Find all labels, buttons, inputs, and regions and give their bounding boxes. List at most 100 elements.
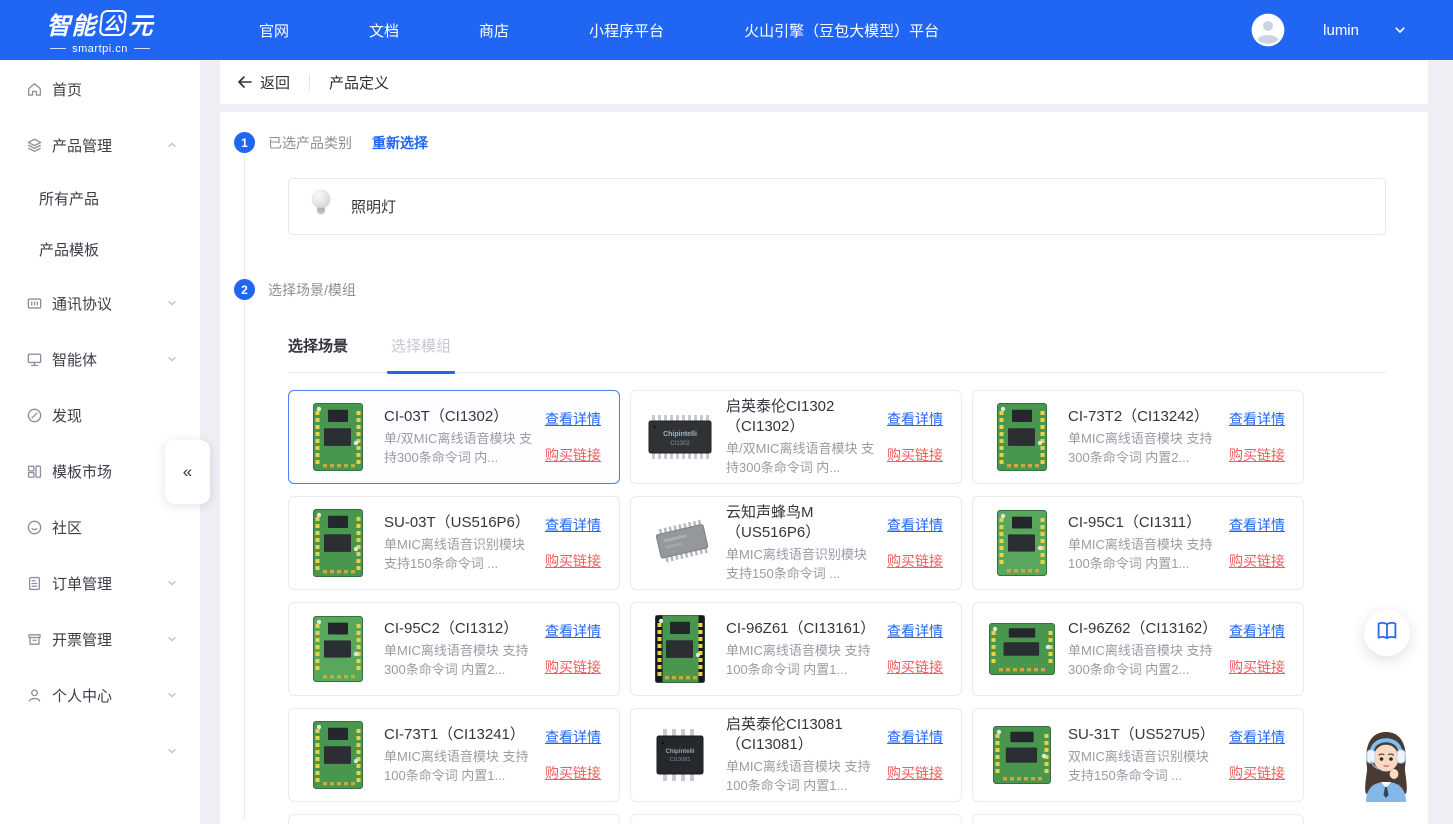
chevron-up-icon: [166, 139, 178, 151]
svg-text:CI13081: CI13081: [670, 757, 691, 763]
nav-item[interactable]: 文档: [369, 20, 399, 41]
chevron-down-icon[interactable]: [1393, 23, 1407, 37]
app-logo[interactable]: 智能公元 smartpi.cn: [0, 6, 200, 55]
view-detail-link[interactable]: 查看详情: [1229, 727, 1285, 747]
sidebar-item-label: 开票管理: [52, 629, 112, 650]
module-info: 云知声蜂鸟M（US516P6） 单MIC离线语音识别模块 支持150条命令词 .…: [713, 503, 887, 583]
chip-gray-image: [647, 506, 713, 580]
view-detail-link[interactable]: 查看详情: [887, 727, 943, 747]
module-info: SU-03T（US516P6） 单MIC离线语音识别模块 支持150条命令词 .…: [371, 513, 545, 573]
module-card[interactable]: CI-95C1（CI1311） 单MIC离线语音模块 支持100条命令词 内置1…: [972, 496, 1304, 590]
steps-connector-line: [244, 154, 245, 820]
nav-item[interactable]: 官网: [259, 20, 289, 41]
buy-link[interactable]: 购买链接: [1229, 551, 1285, 571]
selected-category-card: 照明灯: [288, 178, 1386, 235]
module-links: 查看详情 购买链接: [887, 515, 949, 571]
sidebar-item-智能体[interactable]: 智能体: [0, 331, 200, 387]
sidebar-item-产品管理[interactable]: 产品管理: [0, 117, 200, 173]
buy-link[interactable]: 购买链接: [545, 445, 601, 465]
logo-part1: 智能: [47, 6, 97, 41]
module-card[interactable]: CI-73T2（CI13242） 单MIC离线语音模块 支持300条命令词 内置…: [972, 390, 1304, 484]
buy-link[interactable]: 购买链接: [1229, 445, 1285, 465]
buy-link[interactable]: 购买链接: [545, 763, 601, 783]
buy-link[interactable]: 购买链接: [1229, 657, 1285, 677]
user-menu[interactable]: lumin: [1251, 13, 1407, 47]
sidebar-item-首页[interactable]: 首页: [0, 61, 200, 117]
module-links: 查看详情 购买链接: [545, 409, 607, 465]
sidebar-item-开票管理[interactable]: 开票管理: [0, 611, 200, 667]
sidebar-item-label: 智能体: [52, 349, 97, 370]
sidebar-item-发现[interactable]: 发现: [0, 387, 200, 443]
nav-item[interactable]: 火山引擎（豆包大模型）平台: [744, 20, 939, 41]
selected-category-name: 照明灯: [351, 196, 396, 217]
pcb-portrait-light-image: [305, 612, 371, 686]
breadcrumb-divider: [309, 74, 310, 90]
breadcrumb: 返回 产品定义: [220, 60, 1428, 104]
module-info: 启英泰伦CI13081（CI13081） 单MIC离线语音模块 支持100条命令…: [713, 715, 887, 795]
module-card[interactable]: Chipintelli CI13081 启英泰伦CI13081（CI13081）…: [630, 708, 962, 802]
module-card[interactable]: Chipintelli CI1302 启英泰伦CI1302（CI1302） 单/…: [630, 390, 962, 484]
module-title: SU-03T（US516P6）: [384, 513, 539, 533]
view-detail-link[interactable]: 查看详情: [1229, 409, 1285, 429]
module-title: 启英泰伦CI13081（CI13081）: [726, 715, 881, 754]
page-title: 产品定义: [329, 72, 389, 93]
module-links: 查看详情 购买链接: [887, 727, 949, 783]
user-name[interactable]: lumin: [1323, 22, 1359, 39]
back-label: 返回: [260, 72, 290, 93]
step2-number-badge: 2: [234, 279, 255, 300]
view-detail-link[interactable]: 查看详情: [1229, 515, 1285, 535]
sidebar-item-label: 社区: [52, 517, 82, 538]
module-card-partial[interactable]: [288, 814, 620, 824]
community-icon: [26, 519, 43, 536]
buy-link[interactable]: 购买链接: [887, 445, 943, 465]
nav-item[interactable]: 商店: [479, 20, 509, 41]
buy-link[interactable]: 购买链接: [887, 763, 943, 783]
view-detail-link[interactable]: 查看详情: [887, 621, 943, 641]
module-card[interactable]: CI-96Z61（CI13161） 单MIC离线语音模块 支持100条命令词 内…: [630, 602, 962, 696]
module-card[interactable]: CI-96Z62（CI13162） 单MIC离线语音模块 支持300条命令词 内…: [972, 602, 1304, 696]
module-card-partial[interactable]: [630, 814, 962, 824]
view-detail-link[interactable]: 查看详情: [545, 409, 601, 429]
buy-link[interactable]: 购买链接: [887, 551, 943, 571]
module-card[interactable]: CI-73T1（CI13241） 单MIC离线语音模块 支持100条命令词 内置…: [288, 708, 620, 802]
step1-number-badge: 1: [234, 132, 255, 153]
view-detail-link[interactable]: 查看详情: [887, 409, 943, 429]
module-desc: 单MIC离线语音模块 支持100条命令词 内置1...: [1068, 536, 1223, 573]
module-card[interactable]: 云知声蜂鸟M（US516P6） 单MIC离线语音识别模块 支持150条命令词 .…: [630, 496, 962, 590]
reselect-link[interactable]: 重新选择: [372, 133, 428, 153]
back-button[interactable]: 返回: [237, 72, 290, 93]
buy-link[interactable]: 购买链接: [545, 657, 601, 677]
tab-select-scene[interactable]: 选择场景: [288, 335, 348, 356]
sidebar-item-个人中心[interactable]: 个人中心: [0, 667, 200, 723]
nav-item[interactable]: 小程序平台: [589, 20, 664, 41]
module-card[interactable]: SU-31T（US527U5） 双MIC离线语音识别模块 支持150条命令词 .…: [972, 708, 1304, 802]
view-detail-link[interactable]: 查看详情: [887, 515, 943, 535]
buy-link[interactable]: 购买链接: [887, 657, 943, 677]
buy-link[interactable]: 购买链接: [545, 551, 601, 571]
user-avatar-icon[interactable]: [1251, 13, 1285, 47]
sidebar-subitem-所有产品[interactable]: 所有产品: [0, 173, 200, 224]
module-desc: 双MIC离线语音识别模块 支持150条命令词 ...: [1068, 748, 1223, 785]
docs-fab-button[interactable]: [1364, 610, 1410, 656]
sidebar-item-社区[interactable]: 社区: [0, 499, 200, 555]
pcb-portrait-light-image: [989, 506, 1055, 580]
home-icon: [26, 81, 43, 98]
module-card[interactable]: CI-03T（CI1302） 单/双MIC离线语音模块 支持300条命令词 内.…: [288, 390, 620, 484]
sidebar-item-通讯协议[interactable]: 通讯协议: [0, 275, 200, 331]
assistant-avatar[interactable]: [1354, 728, 1418, 802]
view-detail-link[interactable]: 查看详情: [545, 515, 601, 535]
buy-link[interactable]: 购买链接: [1229, 763, 1285, 783]
view-detail-link[interactable]: 查看详情: [545, 621, 601, 641]
module-card[interactable]: CI-95C2（CI1312） 单MIC离线语音模块 支持300条命令词 内置2…: [288, 602, 620, 696]
sidebar-collapse-button[interactable]: «: [165, 440, 210, 504]
module-links: 查看详情 购买链接: [1229, 727, 1291, 783]
view-detail-link[interactable]: 查看详情: [1229, 621, 1285, 641]
view-detail-link[interactable]: 查看详情: [545, 727, 601, 747]
module-card-partial[interactable]: [972, 814, 1304, 824]
tab-select-module[interactable]: 选择模组: [391, 335, 451, 356]
sidebar-item[interactable]: [0, 723, 200, 779]
sidebar-item-订单管理[interactable]: 订单管理: [0, 555, 200, 611]
sidebar-subitem-产品模板[interactable]: 产品模板: [0, 224, 200, 275]
module-card[interactable]: SU-03T（US516P6） 单MIC离线语音识别模块 支持150条命令词 .…: [288, 496, 620, 590]
pcb-portrait-dark-image: [647, 612, 713, 686]
